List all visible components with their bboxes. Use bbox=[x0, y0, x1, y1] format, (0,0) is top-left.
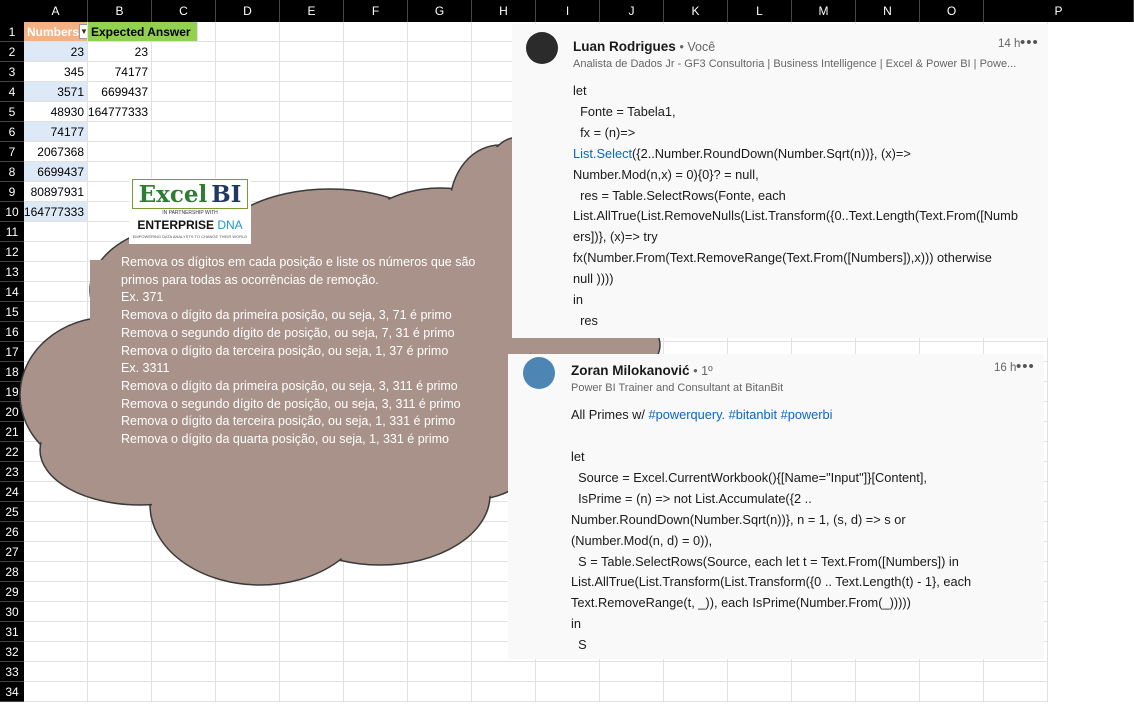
code-line: in bbox=[573, 292, 583, 308]
post-code: let Source = Excel.CurrentWorkbook(){[Na… bbox=[571, 447, 1031, 656]
author-name[interactable]: Luan Rodrigues • Você bbox=[573, 39, 715, 54]
code-line: in bbox=[571, 616, 581, 632]
cloud-text-line: Remova o segundo dígito de posição, ou s… bbox=[121, 325, 455, 340]
excel-bi-wordmark: Excel BI bbox=[132, 179, 248, 209]
cloud-text-line: Remova o dígito da quarta posição, ou se… bbox=[121, 432, 449, 447]
code-line: fx = (n)=> bbox=[573, 124, 636, 140]
code-line: List.AllTrue(List.RemoveNulls(List.Trans… bbox=[573, 208, 1018, 224]
enterprise-dna-wordmark: ENTERPRISE DNA bbox=[137, 218, 243, 232]
author-headline: Power BI Trainer and Consultant at Bitan… bbox=[571, 382, 784, 394]
post-card-zoran: Zoran Milokanović • 1º Power BI Trainer … bbox=[508, 354, 1044, 659]
code-line: let bbox=[571, 449, 585, 464]
cloud-text-line: primos para todas as ocorrências de remo… bbox=[121, 272, 379, 287]
code-line: S bbox=[571, 637, 587, 653]
author-headline: Analista de Dados Jr - GF3 Consultoria |… bbox=[573, 58, 1017, 70]
code-line: List.AllTrue(List.Transform(List.Transfo… bbox=[571, 574, 972, 590]
code-line: res bbox=[573, 312, 598, 328]
author-name[interactable]: Zoran Milokanović • 1º bbox=[571, 363, 713, 378]
code-line: Text.RemoveRange(t, _)), each IsPrime(Nu… bbox=[571, 595, 911, 611]
post-card-luan: Luan Rodrigues • Você Analista de Dados … bbox=[512, 24, 1048, 338]
avatar[interactable] bbox=[526, 32, 558, 64]
code-link[interactable]: List.Select bbox=[573, 146, 632, 161]
code-line: Number.RoundDown(Number.Sqrt(n))}, n = 1… bbox=[571, 511, 906, 527]
code-line: ers])}, (x)=> try bbox=[573, 229, 658, 245]
logo-tagline: EMPOWERING DATA ANALYSTS TO CHANGE THEIR… bbox=[132, 234, 248, 239]
post-timestamp: 14 h bbox=[998, 38, 1021, 50]
cloud-text-line: Ex. 371 bbox=[121, 290, 164, 305]
cloud-text-line: Remova os dígitos em cada posição e list… bbox=[121, 255, 476, 269]
cloud-callout-text: Remova os dígitos em cada posição e list… bbox=[121, 254, 511, 449]
cloud-text-line: Remova o dígito da terceira posição, ou … bbox=[121, 414, 456, 429]
cloud-text-line: Remova o dígito da primeira posição, ou … bbox=[121, 308, 452, 323]
cloud-text-line: Remova o dígito da terceira posição, ou … bbox=[121, 343, 449, 358]
excel-bi-logo: Excel BI IN PARTNERSHIP WITH ENTERPRISE D… bbox=[129, 178, 251, 244]
post-code: let Fonte = Tabela1, fx = (n)=> List.Sele… bbox=[573, 81, 1043, 332]
code-line: Number.Mod(n,x) = 0){0}? = null, bbox=[573, 166, 759, 182]
avatar[interactable] bbox=[523, 357, 555, 389]
code-line: S = Table.SelectRows(Source, each let t … bbox=[571, 553, 959, 569]
cloud-text-line: Remova o segundo dígito de posição, ou s… bbox=[121, 396, 461, 411]
post-timestamp: 16 h bbox=[994, 362, 1017, 374]
more-options-icon[interactable]: ••• bbox=[1016, 358, 1035, 375]
cloud-text-line: Ex. 3311 bbox=[121, 361, 170, 376]
partnership-label: IN PARTNERSHIP WITH bbox=[162, 210, 218, 216]
code-line: (Number.Mod(n, d) = 0)), bbox=[571, 532, 713, 548]
post-intro: All Primes w/ #powerquery. #bitanbit #po… bbox=[571, 407, 833, 422]
hashtag-links[interactable]: #powerquery. #bitanbit #powerbi bbox=[649, 407, 833, 422]
code-line: fx(Number.From(Text.RemoveRange(Text.Fro… bbox=[573, 250, 992, 266]
code-line: res = Table.SelectRows(Fonte, each bbox=[573, 187, 786, 203]
cloud-text-line: Remova o dígito da primeira posição, ou … bbox=[121, 378, 458, 393]
code-line: List.Select({2..Number.RoundDown(Number.… bbox=[573, 145, 911, 161]
code-line: Fonte = Tabela1, bbox=[573, 103, 676, 119]
more-options-icon[interactable]: ••• bbox=[1020, 34, 1039, 51]
code-line: let bbox=[573, 83, 587, 98]
code-line: IsPrime = (n) => not List.Accumulate({2 … bbox=[571, 490, 812, 506]
code-line: null )))) bbox=[573, 271, 614, 287]
code-line: Source = Excel.CurrentWorkbook(){[Name="… bbox=[571, 469, 927, 485]
